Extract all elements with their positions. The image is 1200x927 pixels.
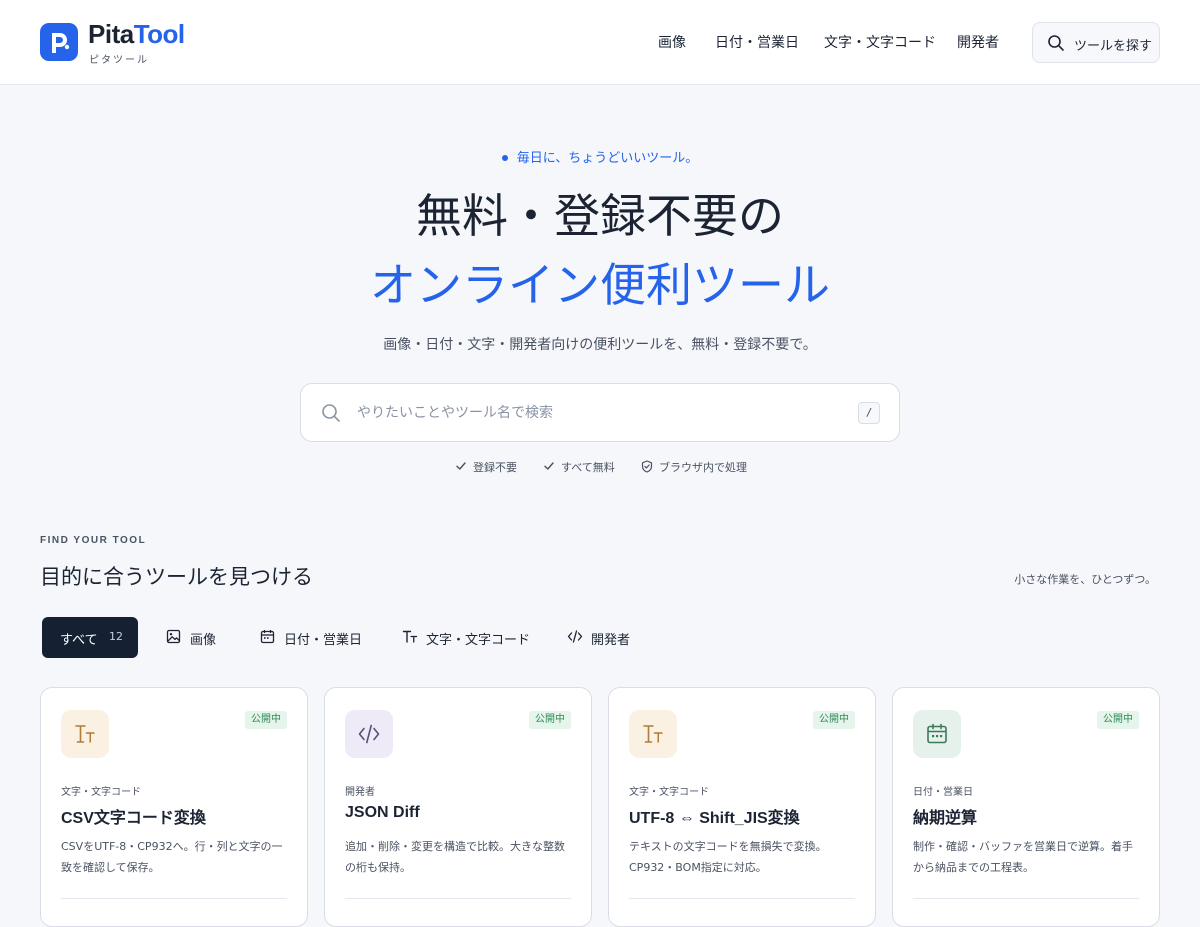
calendar-icon [927,723,947,744]
filter-all-count: 12 [109,630,123,643]
find-tool-button[interactable]: ツールを探す [1032,22,1160,63]
find-tool-label: ツールを探す [1074,39,1153,54]
card-icon-box [913,710,961,758]
card-category: 文字・文字コード [629,787,709,798]
filter-date-label: 日付・営業日 [284,633,363,648]
section-eyebrow: FIND YOUR TOOL [40,535,147,546]
calendar-icon [260,630,275,644]
card-description: CSVをUTF-8・CP932へ。行・列と文字の一致を確認して保存。 [61,840,283,874]
check-icon [544,462,554,470]
status-badge: 公開中 [245,711,287,729]
nav-item-text[interactable]: 文字・文字コード [824,32,936,52]
status-badge: 公開中 [529,711,571,729]
tool-card-utf8-sjis[interactable]: 公開中 文字・文字コード UTF-8 ⇔ Shift_JIS変換 テキストの文字… [608,687,876,927]
tool-card-json-diff[interactable]: 公開中 開発者 JSON Diff 追加・削除・変更を構造で比較。大きな整数の桁… [324,687,592,927]
shield-check-icon [641,460,653,473]
check-icon [456,462,466,470]
status-badge: 公開中 [1097,711,1139,729]
card-divider [345,898,571,899]
filter-image-label: 画像 [190,633,217,648]
site-header: PitaTool ピタツール 画像 日付・営業日 文字・文字コード 開発者 ツー… [0,0,1200,85]
tool-card-csv-encoding[interactable]: 公開中 文字・文字コード CSV文字コード変換 CSVをUTF-8・CP932へ… [40,687,308,927]
search-shortcut-key: / [858,402,880,424]
card-divider [61,898,287,899]
filter-tab-all[interactable]: すべて 12 [42,617,138,658]
text-icon [402,630,418,643]
hero-subtitle: 画像・日付・文字・開発者向けの便利ツールを、無料・登録不要で。 [383,337,817,353]
text-icon [75,725,95,743]
card-description: 制作・確認・バッファを営業日で逆算。着手から納品までの工程表。 [913,840,1133,874]
nav-item-image[interactable]: 画像 [658,32,686,52]
card-title: UTF-8 ⇔ Shift_JIS変換 [629,810,800,827]
card-category: 日付・営業日 [913,787,973,798]
tagline-dot [501,154,508,161]
card-category: 開発者 [345,787,375,798]
status-badge: 公開中 [813,711,855,729]
card-icon-box [629,710,677,758]
hero-title-line1: 無料・登録不要の [416,189,784,243]
search-icon [1048,35,1064,51]
card-description: 追加・削除・変更を構造で比較。大きな整数の桁も保持。 [345,840,565,874]
tool-card-deadline[interactable]: 公開中 日付・営業日 納期逆算 制作・確認・バッファを営業日で逆算。着手から納品… [892,687,1160,927]
section-side-text: 小さな作業を、ひとつずつ。 [1014,573,1156,586]
card-divider [629,898,855,899]
code-icon [358,724,380,744]
image-icon [166,629,181,644]
hero-search-input[interactable] [357,398,827,428]
section-title: 目的に合うツールを見つける [40,565,313,589]
hero-search-box[interactable]: / [300,383,900,442]
logo-icon[interactable] [40,23,78,61]
card-category: 文字・文字コード [61,787,141,798]
text-icon [643,725,663,743]
logo-wordmark[interactable]: PitaTool [88,18,185,50]
hero-title-line2: オンライン便利ツール [370,258,830,312]
card-icon-box [345,710,393,758]
card-divider [913,898,1139,899]
hero-tagline: 毎日に、ちょうどいいツール。 [0,147,1200,166]
card-title: 納期逆算 [913,810,978,827]
card-icon-box [61,710,109,758]
card-title: CSV文字コード変換 [61,810,206,827]
logo-subtitle: ピタツール [89,55,149,66]
filter-text-label: 文字・文字コード [426,633,531,648]
card-title: JSON Diff [345,804,420,821]
filter-all-label: すべて [60,633,98,648]
nav-item-developer[interactable]: 開発者 [957,32,999,52]
card-description: テキストの文字コードを無損失で変換。CP932・BOM指定に対応。 [629,840,827,874]
search-icon [322,404,340,422]
filter-developer-label: 開発者 [591,633,631,648]
code-icon [567,630,583,643]
nav-item-date[interactable]: 日付・営業日 [715,32,799,52]
